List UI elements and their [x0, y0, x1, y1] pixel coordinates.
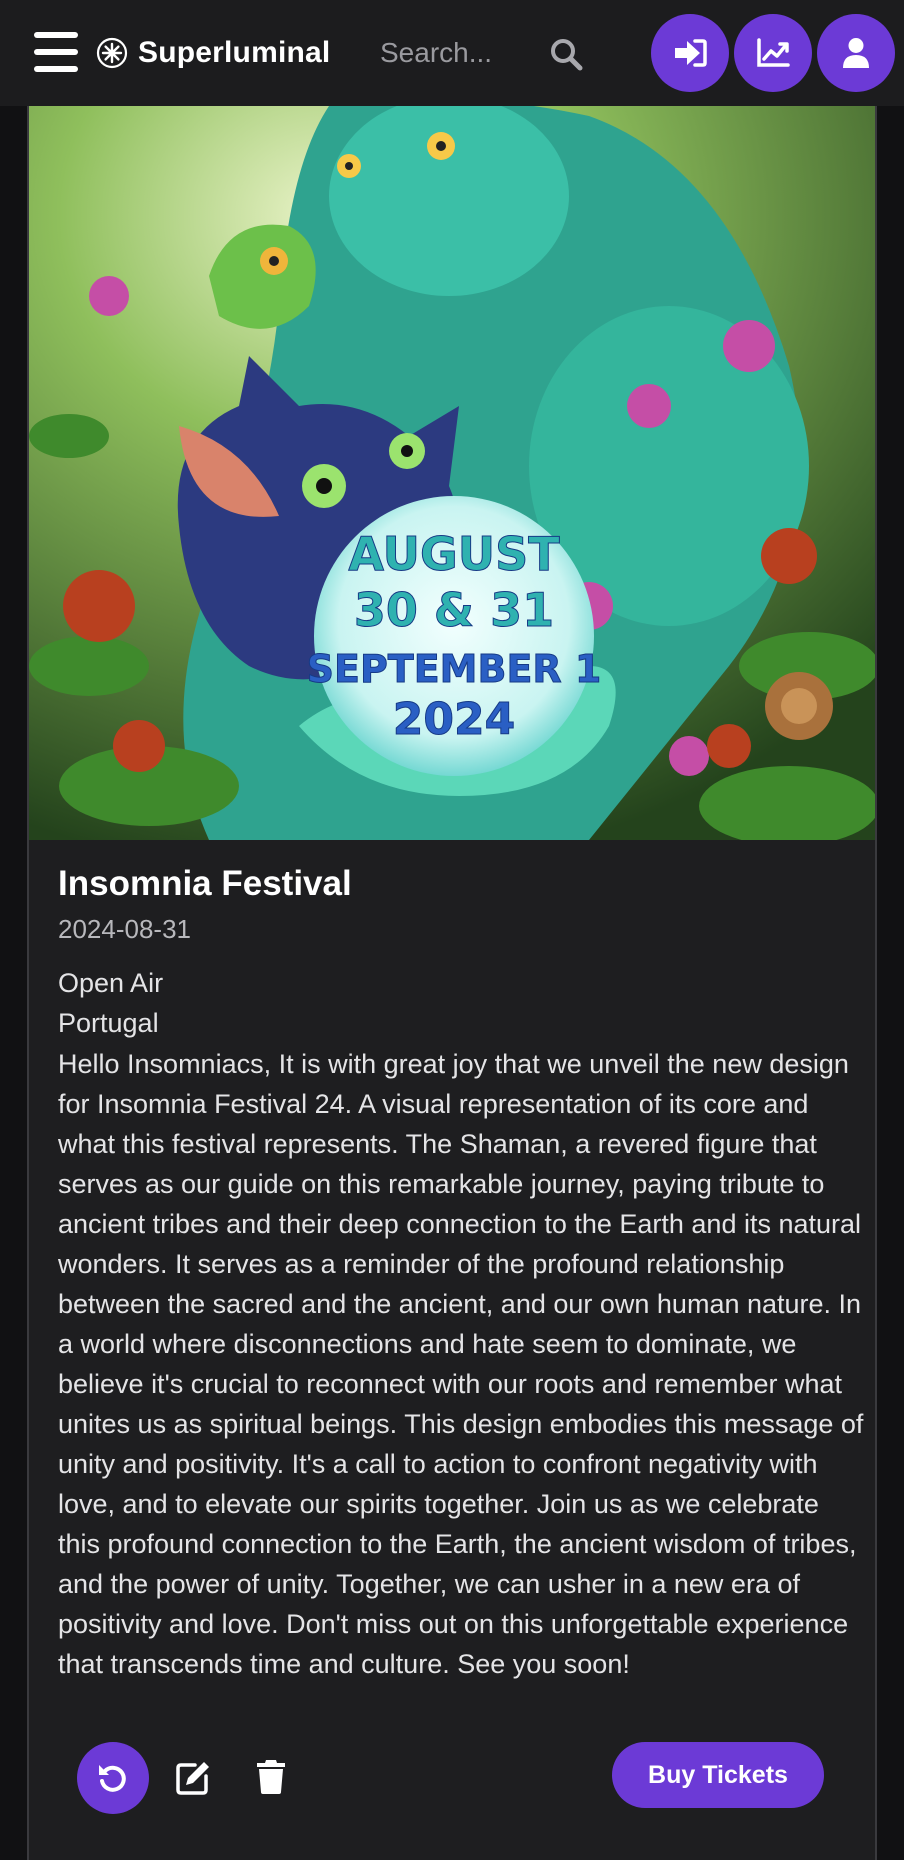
brand[interactable]: Superluminal: [96, 30, 330, 76]
poster-line-1: AUGUST: [348, 527, 560, 581]
starburst-logo-icon: [96, 37, 128, 69]
hamburger-icon[interactable]: [34, 32, 78, 72]
login-button[interactable]: [651, 14, 729, 92]
refresh-button[interactable]: [77, 1742, 149, 1814]
poster-line-3: SEPTEMBER 1: [307, 647, 602, 691]
event-date: 2024-08-31: [58, 914, 191, 944]
trash-icon[interactable]: [256, 1758, 286, 1794]
brand-name: Superluminal: [138, 36, 331, 69]
event-poster[interactable]: AUGUST 30 & 31 SEPTEMBER 1 2024: [29, 106, 875, 840]
chart-line-icon: [757, 38, 790, 67]
event-card: AUGUST 30 & 31 SEPTEMBER 1 2024 Insomnia…: [27, 106, 877, 1860]
edit-icon[interactable]: [175, 1760, 211, 1796]
search-input[interactable]: [380, 30, 530, 76]
profile-button[interactable]: [817, 14, 895, 92]
user-icon: [843, 38, 869, 68]
event-country: Portugal: [58, 1008, 159, 1038]
stats-button[interactable]: [734, 14, 812, 92]
buy-tickets-button[interactable]: Buy Tickets: [612, 1742, 824, 1808]
search-icon[interactable]: [548, 36, 584, 72]
poster-line-4: 2024: [393, 694, 515, 745]
poster-artwork: AUGUST 30 & 31 SEPTEMBER 1 2024: [29, 106, 875, 840]
event-venue-type: Open Air: [58, 968, 164, 998]
event-description: Hello Insomniacs, It is with great joy t…: [58, 1049, 864, 1679]
undo-icon: [99, 1765, 126, 1792]
sign-in-icon: [675, 39, 707, 67]
event-title: Insomnia Festival: [58, 864, 352, 903]
poster-line-2: 30 & 31: [354, 583, 554, 637]
navbar: Superluminal: [0, 0, 904, 106]
